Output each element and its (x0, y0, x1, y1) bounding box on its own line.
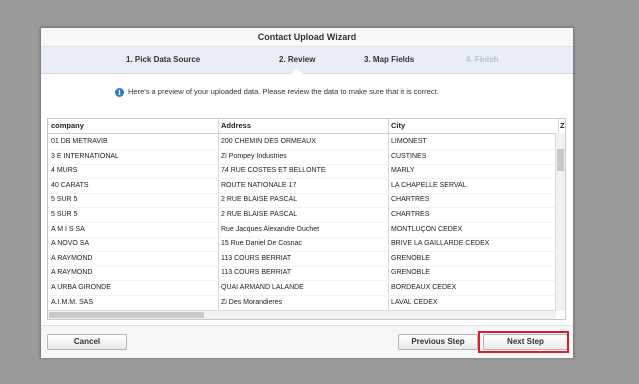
table-row: 40 CARATS ROUTE NATIONALE 17 LA CHAPELLE S… (48, 179, 556, 194)
cell-city: BRIVE LA GAILLARDE CEDEX (391, 240, 490, 248)
table-row: 5 SUR 5 2 RUE BLAISE PASCAL CHARTRES (48, 208, 556, 223)
column-header-company[interactable]: company (48, 119, 216, 133)
cell-company: A RAYMOND (51, 269, 93, 277)
cell-city: CHARTRES (391, 196, 430, 204)
cell-address: 15 Rue Daniel De Cosnac (221, 240, 302, 248)
table-row: A RAYMOND 113 COURS BERRIAT GRENOBLE (48, 252, 556, 267)
info-message: i Here's a preview of your uploaded data.… (115, 86, 439, 98)
cell-city: GRENOBLE (391, 254, 430, 262)
cell-address: 200 CHEMIN DES ORMEAUX (221, 138, 316, 145)
step-review: 2. Review (279, 47, 315, 74)
column-header-address[interactable]: Address (218, 119, 386, 133)
step-finish: 4. Finish (466, 55, 499, 64)
upload-wizard-dialog: Contact Upload Wizard 1. Pick Data Sourc… (40, 27, 574, 358)
info-text: Here's a preview of your uploaded data. … (128, 87, 439, 96)
cell-city: CUSTINES (391, 152, 427, 160)
column-header-z[interactable]: Z (559, 119, 565, 133)
cell-address: ROUTE NATIONALE 17 (221, 181, 297, 189)
cell-address: 2 RUE BLAISE PASCAL (221, 196, 298, 204)
table-row: 3 E INTERNATIONAL Zi Pompey Industries CUS… (48, 150, 556, 165)
table-row: 01 DB METRAVIB 200 CHEMIN DES ORMEAUX LIMO… (48, 135, 556, 150)
cell-address: Zi Des Morandieres (221, 298, 283, 306)
cell-company: 3 E INTERNATIONAL (51, 152, 119, 160)
next-step-highlight (478, 331, 569, 353)
vertical-scrollbar[interactable] (555, 133, 565, 311)
cell-city: LIMONEST (391, 138, 427, 145)
cell-company: 40 CARATS (51, 181, 89, 189)
table-row: 5 SUR 5 2 RUE BLAISE PASCAL CHARTRES (48, 193, 556, 209)
column-header-city[interactable]: City (388, 119, 556, 133)
cell-address: 2 RUE BLAISE PASCAL (221, 211, 298, 218)
table-row: A RAYMOND 113 COURS BERRIAT GRENOBLE (48, 266, 556, 282)
table-row: 4 MURS 74 RUE COSTES ET BELLONTE MARLY (48, 164, 556, 180)
cell-address: 113 COURS BERRIAT (221, 269, 292, 277)
grid-header: company Address City Z (48, 119, 565, 134)
cell-city: CHARTRES (391, 211, 430, 218)
cell-company: 5 SUR 5 (51, 196, 78, 204)
cancel-button[interactable]: Cancel (47, 334, 127, 350)
step-pick-data-source: 1. Pick Data Source (126, 55, 201, 64)
step-map-fields: 3. Map Fields (364, 55, 415, 64)
cell-company: A URBA GIRONDE (51, 284, 111, 291)
cell-city: MONTLUÇON CEDEX (391, 225, 463, 233)
cell-company: 5 SUR 5 (51, 211, 78, 218)
dialog-title: Contact Upload Wizard (41, 28, 573, 47)
cell-company: 01 DB METRAVIB (51, 138, 108, 145)
cell-company: A M I S SA (51, 225, 85, 233)
previous-step-button[interactable]: Previous Step (398, 334, 478, 350)
cell-city: LAVAL CEDEX (391, 298, 438, 306)
info-icon: i (115, 88, 124, 97)
table-row: A URBA GIRONDE QUAI ARMAND LALANDE BORDEAU… (48, 281, 556, 296)
cell-company: A RAYMOND (51, 254, 93, 262)
preview-grid: company Address City Z 01 DB METRAVIB 200… (47, 118, 566, 320)
table-row: A.I.M.M. SAS Zi Des Morandieres LAVAL CEDE… (48, 296, 556, 311)
cell-address: Rue Jacques Alexandre Duchet (221, 225, 320, 233)
table-row: A NOVO SA 15 Rue Daniel De Cosnac BRIVE LA… (48, 237, 556, 253)
grid-body: 01 DB METRAVIB 200 CHEMIN DES ORMEAUX LIMO… (48, 135, 556, 311)
cell-company: A NOVO SA (51, 240, 90, 248)
cell-city: GRENOBLE (391, 269, 430, 277)
cell-city: MARLY (391, 167, 415, 175)
cell-address: 113 COURS BERRIAT (221, 254, 292, 262)
table-row: A M I S SA Rue Jacques Alexandre Duchet MO… (48, 223, 556, 238)
horizontal-scroll-thumb[interactable] (49, 312, 204, 318)
cell-company: 4 MURS (51, 167, 78, 175)
vertical-scroll-thumb[interactable] (557, 149, 564, 171)
cell-company: A.I.M.M. SAS (51, 298, 94, 306)
horizontal-scrollbar[interactable] (48, 310, 556, 319)
wizard-steps: 1. Pick Data Source 2. Review 3. Map Fie… (41, 47, 573, 74)
cell-address: 74 RUE COSTES ET BELLONTE (221, 167, 326, 175)
cell-city: LA CHAPELLE SERVAL (391, 181, 467, 189)
cell-address: QUAI ARMAND LALANDE (221, 284, 304, 291)
cell-city: BORDEAUX CEDEX (391, 284, 457, 291)
cell-address: Zi Pompey Industries (221, 152, 287, 160)
